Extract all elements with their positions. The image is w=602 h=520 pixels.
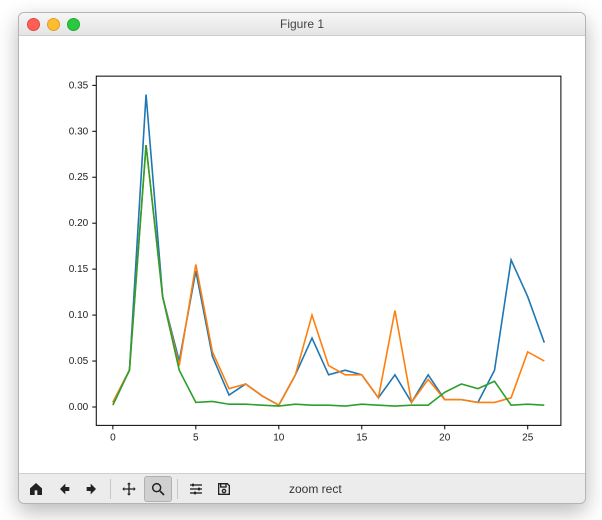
figure-window: Figure 1 05101520250.000.050.100.150.200…: [18, 12, 586, 504]
maximize-icon[interactable]: [67, 18, 80, 31]
back-button[interactable]: [51, 477, 77, 501]
svg-text:0.05: 0.05: [69, 356, 89, 367]
toolbar-separator: [110, 479, 111, 499]
configure-button[interactable]: [183, 477, 209, 501]
svg-text:0: 0: [110, 432, 116, 443]
move-icon: [121, 481, 137, 497]
svg-text:0.20: 0.20: [69, 218, 89, 229]
save-icon: [216, 481, 232, 497]
svg-text:0.35: 0.35: [69, 80, 89, 91]
close-icon[interactable]: [27, 18, 40, 31]
plot-canvas[interactable]: 0 5 10 15 20 25 0.00 0.05 0.10 0.15 0.20 0.25 0.30 0.…: [19, 36, 585, 473]
svg-text:10: 10: [273, 432, 285, 443]
toolbar: zoom rect: [19, 473, 585, 503]
zoom-icon: [150, 481, 166, 497]
forward-button[interactable]: [79, 477, 105, 501]
svg-text:0.15: 0.15: [69, 264, 89, 275]
svg-text:15: 15: [356, 432, 368, 443]
pan-button[interactable]: [116, 477, 142, 501]
sliders-icon: [188, 481, 204, 497]
svg-text:20: 20: [439, 432, 451, 443]
svg-text:0.25: 0.25: [69, 172, 89, 183]
chart: 0 5 10 15 20 25 0.00 0.05 0.10 0.15 0.20 0.25 0.30 0.…: [19, 36, 585, 475]
titlebar: Figure 1: [19, 13, 585, 36]
window-controls: [27, 18, 80, 31]
window-title: Figure 1: [280, 17, 324, 31]
svg-text:5: 5: [193, 432, 199, 443]
arrow-left-icon: [56, 481, 72, 497]
arrow-right-icon: [84, 481, 100, 497]
home-icon: [28, 481, 44, 497]
toolbar-status: zoom rect: [289, 482, 342, 496]
svg-text:0.30: 0.30: [69, 126, 89, 137]
zoom-button[interactable]: [144, 476, 172, 502]
svg-text:0.10: 0.10: [69, 310, 89, 321]
home-button[interactable]: [23, 477, 49, 501]
svg-text:0.00: 0.00: [69, 402, 89, 413]
svg-text:25: 25: [522, 432, 534, 443]
minimize-icon[interactable]: [47, 18, 60, 31]
toolbar-separator: [177, 479, 178, 499]
save-button[interactable]: [211, 477, 237, 501]
